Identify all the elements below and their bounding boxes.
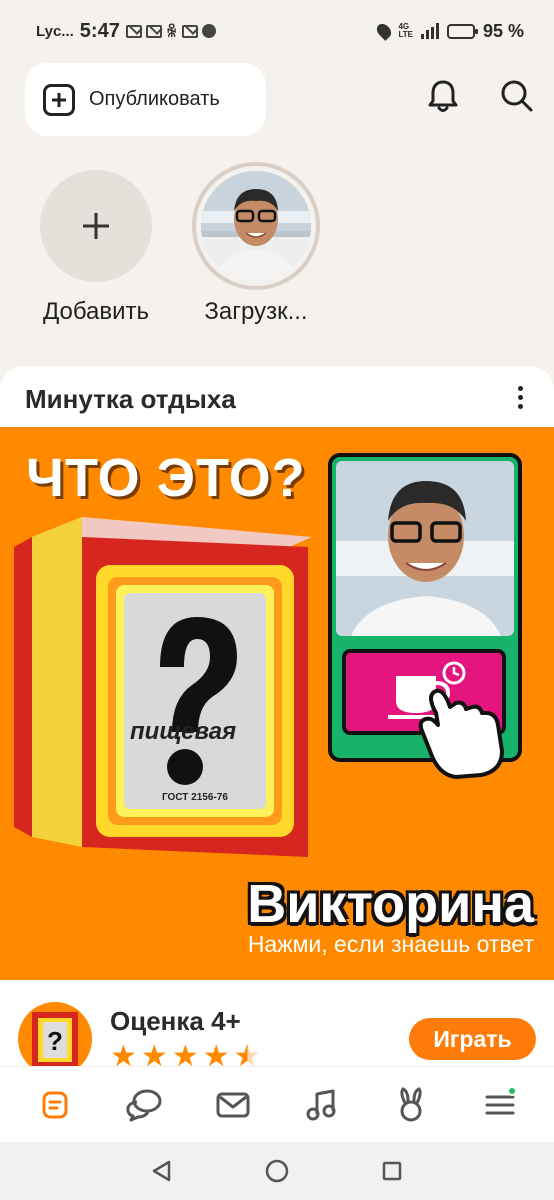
mail-notification-icon <box>145 24 162 38</box>
status-bar: Lyc... 5:47 ꆜ 4G LTE 95 % <box>0 0 554 62</box>
nav-games[interactable] <box>386 1080 436 1130</box>
banner-question: ЧТО ЭТО? <box>26 448 306 508</box>
story-item[interactable]: Загрузк... <box>186 162 326 326</box>
publish-button[interactable]: Опубликовать <box>25 63 266 136</box>
bottom-navigation <box>0 1066 554 1142</box>
publish-label: Опубликовать <box>89 88 220 110</box>
system-status: 4G LTE 95 % <box>374 20 524 42</box>
plus-square-icon <box>43 83 75 116</box>
notification-badge <box>506 1085 517 1096</box>
notification-icons: ꆜ <box>125 21 216 41</box>
quiz-banner[interactable]: ЧТО ЭТО? пищевая ГОСТ 2156-76 Викторина … <box>0 427 554 980</box>
location-icon <box>374 21 395 41</box>
ok-notification-icon: ꆜ <box>165 24 178 41</box>
quiz-subtitle: Нажми, если знаешь ответ <box>247 931 534 957</box>
nav-feed[interactable] <box>30 1080 80 1130</box>
chat-bubbles-icon <box>125 1089 161 1121</box>
story-label: Загрузк... <box>204 298 308 325</box>
battery-percent: 95 % <box>482 20 524 41</box>
nav-discussions[interactable] <box>119 1080 169 1130</box>
story-ring <box>192 162 320 290</box>
soda-box-image: пищевая ГОСТ 2156-76 <box>14 517 312 857</box>
bunny-icon <box>399 1086 422 1121</box>
feed-icon <box>42 1091 67 1118</box>
mail-notification-icon <box>125 24 142 38</box>
box-gost: ГОСТ 2156-76 <box>162 792 228 803</box>
card-title: Минутка отдыха <box>25 384 236 414</box>
facebook-notification-icon <box>201 24 216 38</box>
quiz-title: Викторина <box>247 874 534 934</box>
box-label: пищевая <box>130 718 236 745</box>
recents-icon[interactable] <box>380 1159 404 1183</box>
mail-icon <box>216 1092 249 1117</box>
battery-icon <box>446 23 478 39</box>
system-navigation-bar <box>0 1142 554 1200</box>
svg-text:?: ? <box>47 1026 63 1056</box>
phone-illustration <box>328 453 522 779</box>
mail-notification-icon <box>181 24 198 38</box>
game-info-row: ? Оценка 4+ ★ ★ ★ ★ ★ Играть <box>0 980 554 1076</box>
back-icon[interactable] <box>150 1159 174 1183</box>
network-type-icon: 4G LTE <box>398 22 413 39</box>
story-label: Добавить <box>42 298 150 325</box>
rating-label: Оценка 4+ <box>110 1006 241 1036</box>
nav-messages[interactable] <box>208 1080 258 1130</box>
story-add[interactable]: Добавить <box>26 170 166 326</box>
avatar <box>201 171 311 281</box>
play-button[interactable]: Играть <box>409 1018 536 1060</box>
music-note-icon <box>306 1089 335 1120</box>
more-options-icon[interactable] <box>518 386 524 409</box>
carrier-text: Lyc... <box>36 22 74 40</box>
nav-menu[interactable] <box>475 1080 525 1130</box>
menu-icon <box>485 1095 514 1114</box>
search-icon[interactable] <box>497 76 537 116</box>
home-icon[interactable] <box>264 1158 290 1184</box>
clock: 5:47 <box>79 19 120 42</box>
nav-music[interactable] <box>297 1080 347 1130</box>
signal-icon <box>420 23 439 39</box>
bell-icon[interactable] <box>423 76 463 116</box>
add-story-icon <box>40 170 152 282</box>
feed-card: Минутка отдыха ЧТО ЭТО? пищевая ГОСТ 215… <box>0 366 554 1076</box>
game-logo-icon: ? <box>18 1002 92 1076</box>
